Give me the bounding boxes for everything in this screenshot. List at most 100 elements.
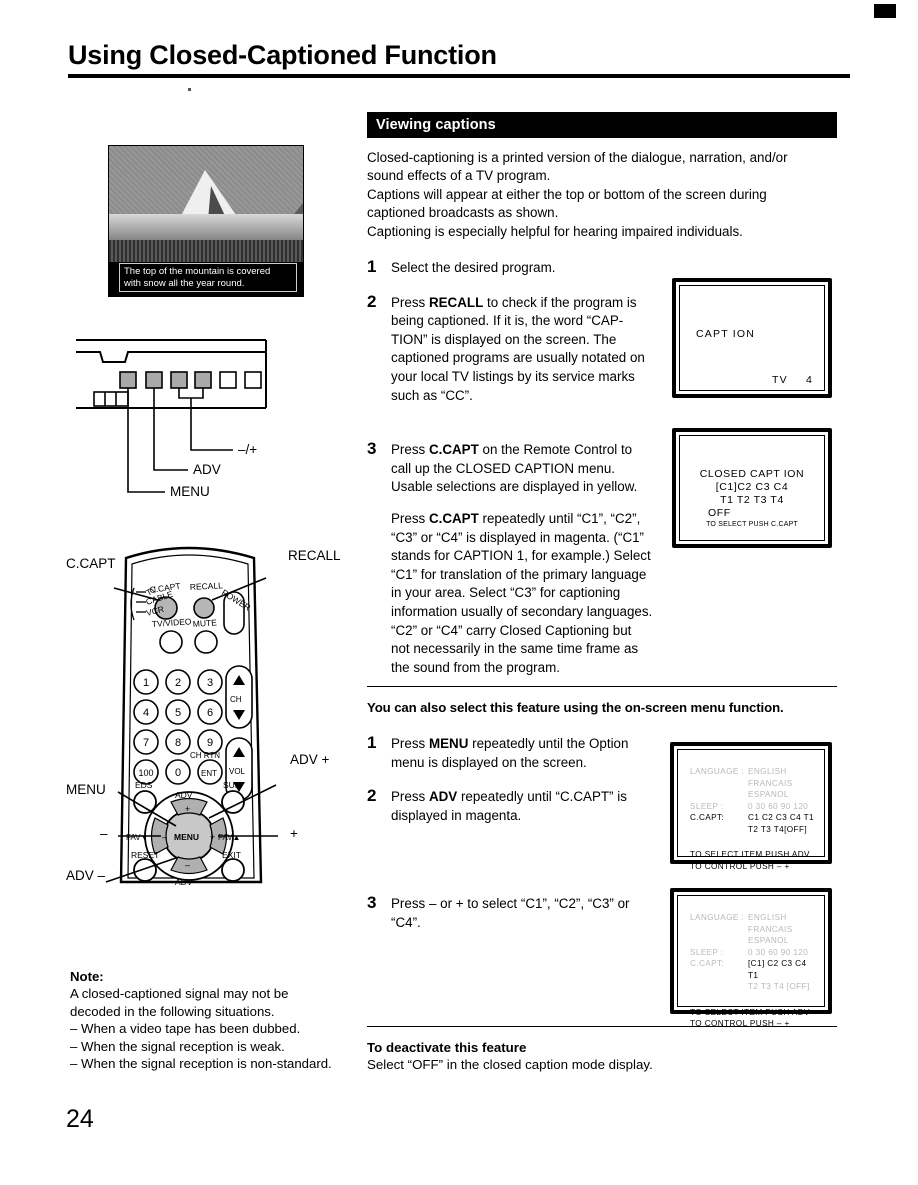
remote-key-6: 6: [207, 707, 213, 719]
tv-screen-option-menu-1: LANGUAGE : ENGLISH FRANCAIS ESPANOL SLEE…: [670, 742, 832, 871]
intro-line-5: Captioning is especially helpful for hea…: [367, 223, 743, 239]
note-line-2: decoded in the following situations.: [70, 1003, 275, 1019]
osd-footer-control: TO CONTROL PUSH – +: [690, 1019, 790, 1028]
step-text-bold: MENU: [428, 736, 469, 751]
osd-footer-select: TO SELECT ITEM PUSH ADV: [690, 1007, 810, 1017]
panel-label-plusminus: –/+: [238, 442, 258, 457]
osd-cc-footer: TO SELECT PUSH C.CAPT: [706, 521, 798, 528]
remote-label-ent: ENT: [201, 769, 217, 778]
osd-row-language-2: ESPANOL: [690, 789, 816, 801]
onscreen-lead: You can also select this feature using t…: [367, 700, 784, 715]
step-text-bold: C.CAPT: [428, 442, 479, 458]
remote-label-vol: VOL: [229, 767, 246, 776]
onscreen-divider: [367, 686, 837, 687]
remote-key-0: 0: [175, 767, 181, 779]
osd-row-language: LANGUAGE : ENGLISH FRANCAIS: [690, 912, 816, 935]
tv-screen-recall: CAPT ION TV 4: [672, 278, 832, 398]
mountain-photo: The top of the mountain is covered with …: [108, 145, 304, 297]
section-heading-viewing-captions: Viewing captions: [367, 112, 837, 138]
photo-caption-line-1: The top of the mountain is covered: [124, 266, 271, 277]
step-1: 1 Select the desired program.: [367, 257, 839, 278]
remote-svg: C.CAPT RECALL POWER TV/VIDEO MUTE TV CAB…: [105, 546, 278, 887]
note-item: – When the signal reception is non-stand…: [70, 1056, 332, 1072]
step-text-pre: Press: [391, 789, 429, 805]
osd-val-language-2: ESPANOL: [748, 936, 789, 945]
osd-footer-control: TO CONTROL PUSH – +: [690, 861, 790, 871]
osd-option-menu-2: LANGUAGE : ENGLISH FRANCAIS ESPANOL SLEE…: [690, 912, 816, 1030]
note-item: – When a video tape has been dubbed.: [70, 1021, 301, 1037]
remote-label-fav-down: FAV▼: [126, 833, 148, 842]
step-text-bold: RECALL: [428, 294, 484, 310]
step-text: Select the desired program.: [391, 260, 556, 276]
osd-row-ccapt-2: T2 T3 T4[OFF]: [690, 824, 816, 836]
tv-screen-closed-caption: CLOSED CAPT ION [C1]C2 C3 C4 T1 T2 T3 T4…: [672, 428, 832, 548]
remote-callout-recall: RECALL: [288, 548, 341, 563]
remote-callout-plus: +: [290, 826, 298, 841]
step-text: Press C.CAPT on the Remote Control to ca…: [391, 441, 653, 677]
osd-option-menu-1: LANGUAGE : ENGLISH FRANCAIS ESPANOL SLEE…: [690, 766, 816, 872]
corner-registration-mark: [874, 4, 896, 18]
osd-val-language: ENGLISH FRANCAIS: [748, 767, 793, 788]
intro-line-1: Closed-captioning is a printed version o…: [367, 150, 788, 165]
step-text: Press MENU repeatedly until the Option m…: [391, 735, 653, 772]
remote-key-9: 9: [207, 737, 213, 749]
note-block: Note: A closed-captioned signal may not …: [70, 968, 345, 1072]
osd-key-ccapt: C.CAPT:: [690, 813, 725, 822]
tv-screen-option-menu-2: LANGUAGE : ENGLISH FRANCAIS ESPANOL SLEE…: [670, 888, 832, 1028]
osd-val-ccapt-line-2: T2 T3 T4 [OFF]: [748, 982, 810, 991]
tv-front-panel-diagram: –/+ ADV MENU: [70, 330, 350, 510]
step-number: 1: [367, 733, 377, 752]
photo-caption-line-2: with snow all the year round.: [124, 277, 245, 289]
remote-label-eds: EDS: [135, 780, 153, 790]
osd-cc-row-off: OFF: [708, 507, 731, 519]
step-number: 3: [367, 439, 377, 459]
remote-key-100: 100: [138, 768, 153, 778]
step-text-bold: ADV: [428, 789, 458, 805]
osd-cc-block: CLOSED CAPT ION [C1]C2 C3 C4 T1 T2 T3 T4…: [680, 468, 824, 528]
remote-label-adv-bottom: ADV: [175, 877, 193, 887]
step-text: Press – or + to select “C1”, “C2”, “C3” …: [391, 896, 630, 930]
step-text: Press ADV repeatedly until “C.CAPT” is d…: [391, 788, 653, 825]
step-number: 2: [367, 291, 377, 311]
page-title: Using Closed-Captioned Function: [68, 40, 497, 70]
svg-text:–: –: [185, 860, 190, 870]
remote-key-3: 3: [207, 677, 213, 689]
remote-key-5: 5: [175, 707, 181, 719]
manual-page: Using Closed-Captioned Function The top …: [0, 0, 918, 1185]
remote-label-reset: RESET: [131, 850, 159, 860]
note-line-1: A closed-captioned signal may not be: [70, 986, 289, 1002]
osd-val-ccapt-line-1: C1 C2 C3 C4 T1: [748, 813, 814, 822]
osd-key-sleep: SLEEP :: [690, 947, 724, 957]
remote-callout-adv-plus: ADV +: [290, 752, 330, 767]
remote-callout-adv-minus: ADV –: [66, 868, 106, 883]
tv-screen-recall-inner: CAPT ION TV 4: [679, 285, 825, 391]
osd-caption-word: CAPT ION: [696, 328, 755, 340]
remote-key-2: 2: [175, 677, 181, 689]
osd-footer-select: TO SELECT ITEM PUSH ADV: [690, 850, 810, 859]
intro-line-2: sound effects of a TV program.: [367, 168, 551, 184]
photo-caption-text: The top of the mountain is covered with …: [119, 263, 297, 292]
remote-label-sur: SUR: [223, 780, 241, 790]
step-text-para2-pre: Press: [391, 510, 429, 526]
remote-key-7: 7: [143, 737, 149, 749]
osd-cc-row-c: [C1]C2 C3 C4: [715, 481, 789, 493]
remote-control-diagram: C.CAPT RECALL POWER TV/VIDEO MUTE TV CAB…: [66, 530, 356, 890]
step-number: 2: [367, 786, 377, 806]
osd-val-ccapt-line-2: T2 T3 T4[OFF]: [748, 824, 808, 834]
tv-screen-closed-caption-inner: CLOSED CAPT ION [C1]C2 C3 C4 T1 T2 T3 T4…: [679, 435, 825, 541]
osd-val-ccapt-line-1: [C1] C2 C3 C4 T1: [748, 959, 807, 980]
deactivate-section: To deactivate this feature Select “OFF” …: [367, 1026, 837, 1072]
step-text-pre: Press: [391, 294, 429, 310]
remote-label-ch: CH: [230, 695, 242, 704]
tv-screen-option-menu-1-inner: LANGUAGE : ENGLISH FRANCAIS ESPANOL SLEE…: [677, 749, 825, 871]
osd-val-sleep: 0 30 60 90 120: [748, 947, 809, 957]
step-text-pre: Press: [391, 442, 429, 458]
deactivate-title: To deactivate this feature: [367, 1040, 527, 1055]
remote-key-4: 4: [143, 707, 149, 719]
remote-label-adv-top: ADV: [175, 790, 193, 800]
step-text-pre: Press: [391, 736, 429, 751]
title-rule: [68, 74, 850, 78]
osd-row-sleep: SLEEP : 0 30 60 90 120: [690, 947, 816, 959]
remote-callout-ccapt: C.CAPT: [66, 556, 116, 571]
osd-row-sleep: SLEEP : 0 30 60 90 120: [690, 801, 816, 813]
